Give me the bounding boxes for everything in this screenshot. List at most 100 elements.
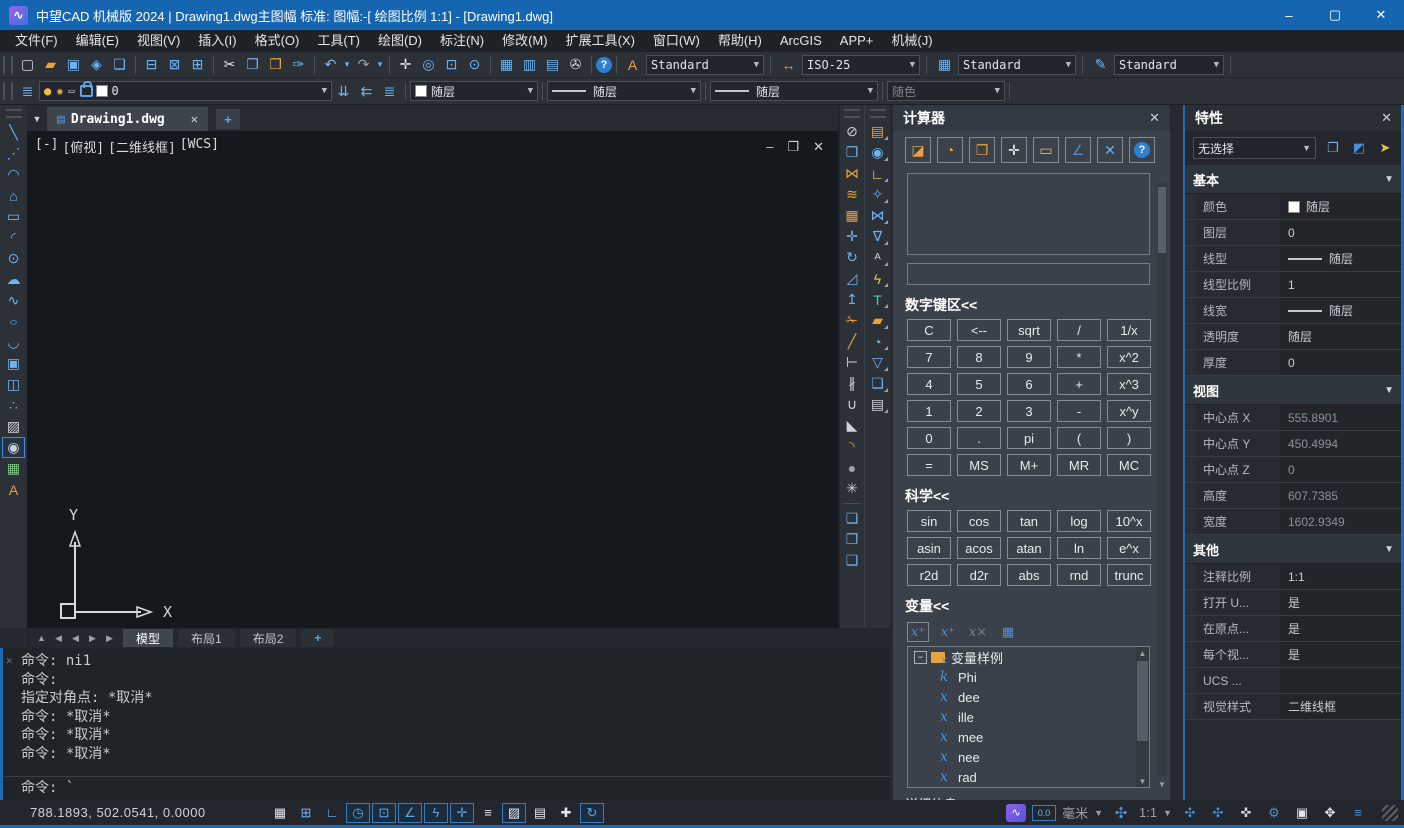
redo-dropdown[interactable]: ▾: [375, 54, 385, 76]
linetype-combo[interactable]: 随层▼: [547, 81, 701, 101]
menu-绘图(D)[interactable]: 绘图(D): [369, 30, 431, 52]
layout-tab-模型[interactable]: 模型: [123, 629, 173, 647]
calc-key-0[interactable]: 0: [907, 427, 951, 449]
calc-key-r2d[interactable]: r2d: [907, 564, 951, 586]
scroll-down-icon[interactable]: ▼: [1157, 778, 1167, 790]
prev-layout-button[interactable]: ◀: [67, 630, 84, 646]
toolbar-grip[interactable]: [870, 109, 886, 118]
annotation-scale-icon[interactable]: ✣: [1109, 803, 1133, 823]
command-close-button[interactable]: ✕: [6, 654, 13, 667]
calc-key-/[interactable]: /: [1057, 319, 1101, 341]
move-button[interactable]: ✛: [841, 226, 864, 247]
save-button[interactable]: ▣: [62, 54, 85, 76]
chevron-down-icon[interactable]: ▼: [1214, 60, 1219, 70]
dynamic-ucs-icon[interactable]: ϟ: [424, 803, 448, 823]
calc-key-<--[interactable]: <--: [957, 319, 1001, 341]
viewport-restore-button[interactable]: ❐: [787, 139, 799, 155]
match-properties-button[interactable]: ✑: [287, 54, 310, 76]
selection-cycling-icon[interactable]: ✜: [1234, 803, 1258, 823]
coord-axes-button[interactable]: ∟: [866, 163, 889, 184]
table-button[interactable]: ▥: [518, 54, 541, 76]
layout-tab-布局1[interactable]: 布局1: [178, 629, 235, 647]
delete-variable-button[interactable]: x×: [967, 622, 989, 642]
object-snap-icon[interactable]: ⊡: [372, 803, 396, 823]
property-value[interactable]: 随层: [1280, 246, 1402, 271]
layer-tools-button[interactable]: ▰: [866, 310, 889, 331]
array-button[interactable]: ▦: [841, 205, 864, 226]
calc-key-tan[interactable]: tan: [1007, 510, 1051, 532]
annotation-refresh-icon[interactable]: ↻: [580, 803, 604, 823]
calculator-history-box[interactable]: [907, 173, 1150, 255]
calc-key-6[interactable]: 6: [1007, 373, 1051, 395]
history-button[interactable]: ◔: [937, 137, 963, 163]
next-layout-button[interactable]: ▶: [84, 630, 101, 646]
calc-key-.[interactable]: .: [957, 427, 1001, 449]
calc-key-atan[interactable]: atan: [1007, 537, 1051, 559]
calc-help-button[interactable]: ?: [1129, 137, 1155, 163]
break-at-point-button[interactable]: ⊢: [841, 352, 864, 373]
variables-section-label[interactable]: 变量<<: [905, 596, 1170, 616]
property-value[interactable]: 是: [1280, 590, 1402, 615]
property-value[interactable]: 0: [1280, 457, 1402, 482]
layer-manager-button[interactable]: ≣: [16, 80, 39, 102]
unit-icon[interactable]: 0.0: [1032, 805, 1056, 821]
calc-key-5[interactable]: 5: [957, 373, 1001, 395]
toolbar-grip[interactable]: [3, 56, 13, 74]
doc-help-button[interactable]: ▤: [866, 394, 889, 415]
menu-扩展工具(X)[interactable]: 扩展工具(X): [557, 30, 644, 52]
calc-key-rnd[interactable]: rnd: [1057, 564, 1101, 586]
new-variable-button[interactable]: x⁺: [907, 622, 929, 642]
chevron-down-icon[interactable]: ▼: [1066, 60, 1071, 70]
property-value[interactable]: 随层: [1280, 298, 1402, 323]
variable-item-mee[interactable]: xmee: [908, 727, 1149, 747]
erase-button[interactable]: ⊘: [841, 121, 864, 142]
layer-on-icon[interactable]: ●: [44, 84, 51, 98]
undo-button[interactable]: ↶: [319, 54, 342, 76]
calc-key-)[interactable]: ): [1107, 427, 1151, 449]
numpad-section-label[interactable]: 数字键区<<: [905, 295, 1170, 315]
pan-button[interactable]: ✛: [394, 54, 417, 76]
redo-button[interactable]: ↷: [352, 54, 375, 76]
chevron-down-icon[interactable]: ▼: [868, 86, 873, 96]
copy-object-button[interactable]: ❐: [841, 142, 864, 163]
calc-key-cos[interactable]: cos: [957, 510, 1001, 532]
menu-格式(O)[interactable]: 格式(O): [246, 30, 309, 52]
property-value[interactable]: [1280, 668, 1402, 693]
unit-label[interactable]: 毫米: [1062, 803, 1088, 822]
last-layout-button[interactable]: ▶: [101, 630, 118, 646]
calc-key-e^x[interactable]: e^x: [1107, 537, 1151, 559]
calc-key-4[interactable]: 4: [907, 373, 951, 395]
mleader-style-combo[interactable]: Standard▼: [1114, 55, 1224, 75]
tree-expand-toggle[interactable]: −: [914, 651, 927, 664]
menu-机械(J)[interactable]: 机械(J): [882, 30, 941, 52]
trim-button[interactable]: ✁: [841, 310, 864, 331]
calc-key-MR[interactable]: MR: [1057, 454, 1101, 476]
calc-key-7[interactable]: 7: [907, 346, 951, 368]
chamfer-button[interactable]: ◣: [841, 415, 864, 436]
viewport-control-1[interactable]: [俯视]: [62, 137, 104, 156]
calc-key-M+[interactable]: M+: [1007, 454, 1051, 476]
command-history-toggle[interactable]: ▲: [33, 630, 50, 646]
tree-scrollbar[interactable]: ▲ ▼: [1136, 647, 1149, 787]
lineweight-display-icon[interactable]: ≡: [476, 803, 500, 823]
select-objects-button[interactable]: ◩: [1348, 138, 1370, 158]
plot-preview-button[interactable]: ⊞: [186, 54, 209, 76]
ellipse-tool[interactable]: ○: [2, 314, 25, 329]
mtext-tool[interactable]: A: [2, 479, 25, 500]
calc-key-x^y[interactable]: x^y: [1107, 400, 1151, 422]
polygon-tool[interactable]: ⌂: [2, 185, 25, 206]
section-header-其他[interactable]: 其他▼: [1185, 535, 1402, 564]
calc-key-C[interactable]: C: [907, 319, 951, 341]
property-value[interactable]: 1602.9349: [1280, 509, 1402, 534]
draworder-above-button[interactable]: ❑: [841, 550, 864, 571]
revcloud-tool[interactable]: ☁: [2, 269, 25, 290]
coordinates-display[interactable]: 788.1893, 502.0541, 0.0000: [30, 805, 260, 820]
layout-add-button[interactable]: +: [301, 629, 334, 647]
snap-mode-icon[interactable]: ⊞: [294, 803, 318, 823]
scroll-thumb[interactable]: [1158, 187, 1166, 253]
transparency-icon[interactable]: ▨: [502, 803, 526, 823]
property-value[interactable]: 0: [1280, 350, 1402, 375]
property-value[interactable]: 0: [1280, 220, 1402, 245]
extend-button[interactable]: ╱: [841, 331, 864, 352]
toolbar-grip[interactable]: [6, 109, 22, 118]
